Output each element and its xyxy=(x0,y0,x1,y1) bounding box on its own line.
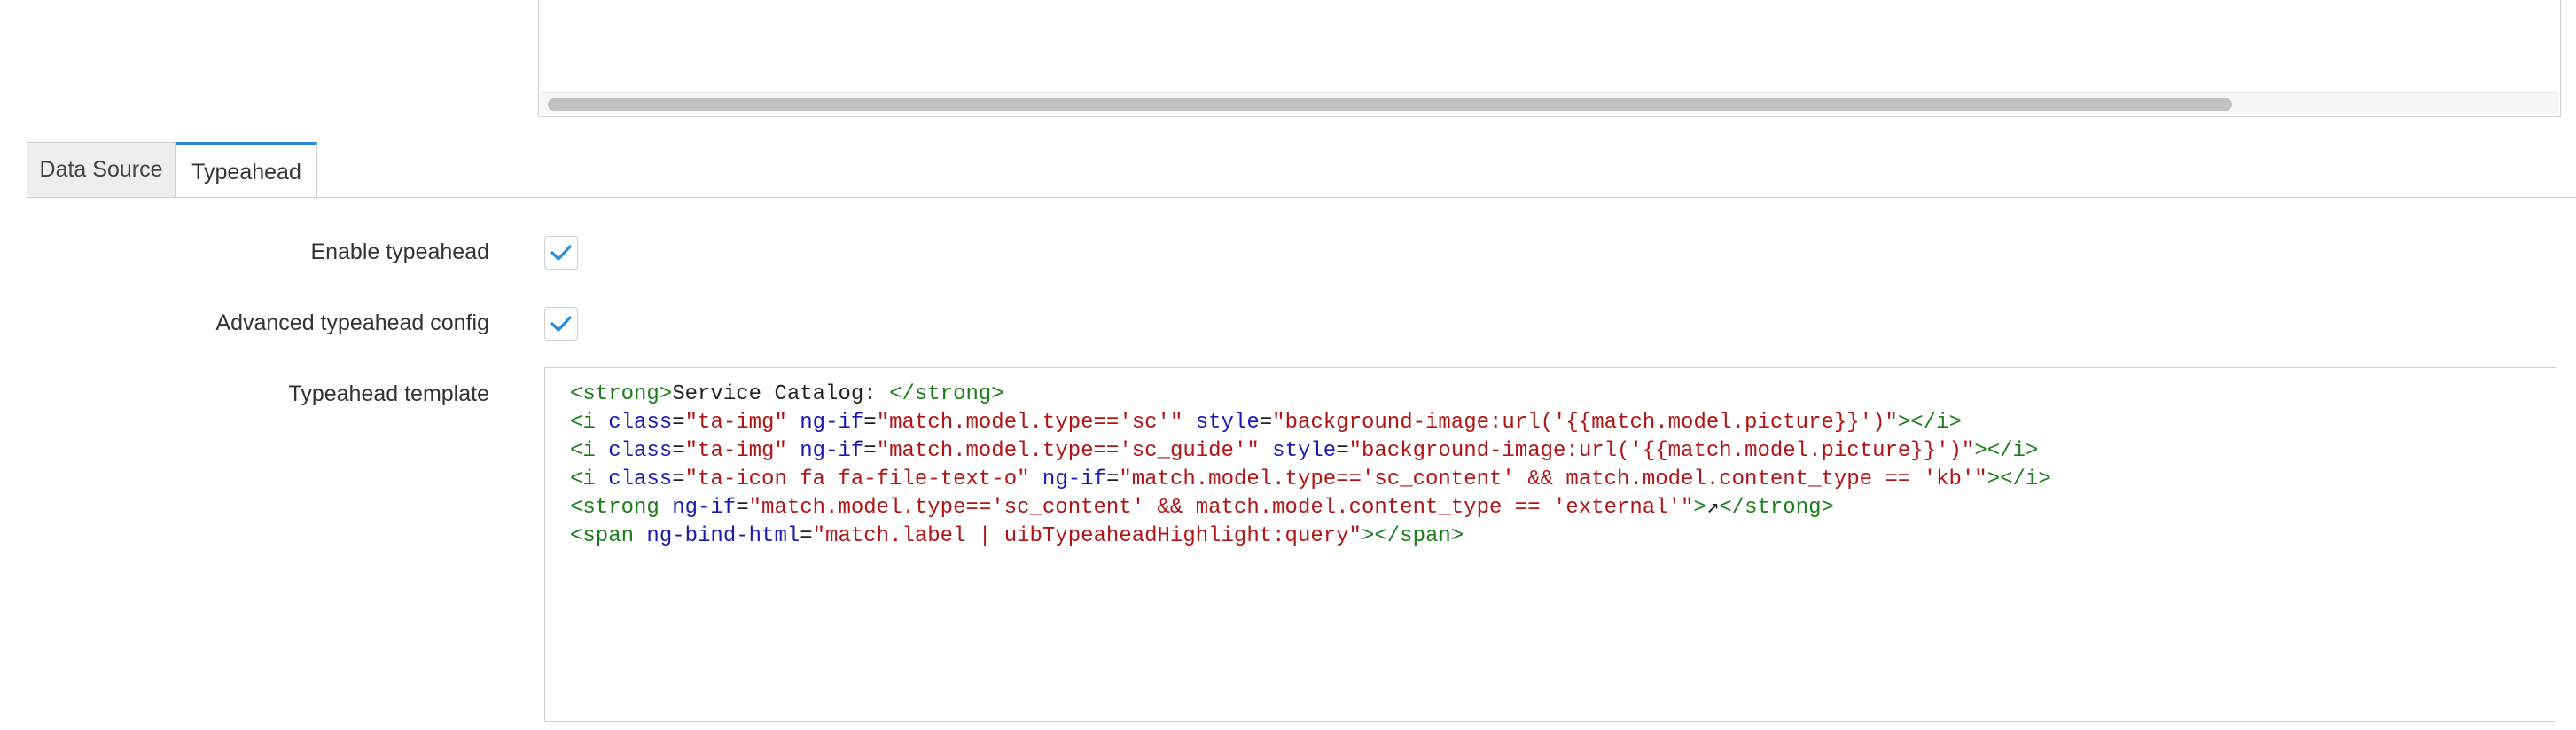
scrollbar-thumb[interactable] xyxy=(548,98,2232,111)
checkmark-icon xyxy=(550,245,572,261)
code-token: = xyxy=(672,411,685,435)
code-token: style xyxy=(1183,411,1260,435)
code-line: <i class="ta-img" ng-if="match.model.typ… xyxy=(570,409,2556,437)
code-token: ></span> xyxy=(1361,524,1464,548)
code-token: class xyxy=(608,467,673,491)
horizontal-scrollbar[interactable] xyxy=(541,92,2558,114)
code-token: = xyxy=(800,524,813,548)
code-token: class xyxy=(608,411,673,435)
enable-typeahead-checkbox[interactable] xyxy=(544,236,578,270)
code-token: "match.model.type=='sc_content' && match… xyxy=(1119,467,1987,491)
code-token: ></i> xyxy=(1897,411,1962,435)
enable-typeahead-label: Enable typeahead xyxy=(310,239,489,264)
code-token: "background-image:url('{{match.model.pic… xyxy=(1272,411,1898,435)
checkmark-icon xyxy=(550,316,572,332)
code-token: "ta-icon fa fa-file-text-o" xyxy=(684,467,1030,491)
code-token: <i xyxy=(570,467,609,491)
code-line: <strong ng-if="match.model.type=='sc_con… xyxy=(570,494,2556,522)
code-token: = xyxy=(672,467,685,491)
code-token: ↗ xyxy=(1706,496,1720,520)
code-token: "match.label | uibTypeaheadHighlight:que… xyxy=(812,524,1362,548)
typeahead-template-label: Typeahead template xyxy=(288,381,489,406)
code-token: ng-if xyxy=(672,496,737,520)
code-token: <strong xyxy=(570,496,673,520)
code-token: "background-image:url('{{match.model.pic… xyxy=(1348,439,1975,463)
code-token: = xyxy=(1259,411,1273,435)
advanced-config-label: Advanced typeahead config xyxy=(215,310,489,335)
code-line: <i class="ta-img" ng-if="match.model.typ… xyxy=(570,437,2556,466)
tab-typeahead[interactable]: Typeahead xyxy=(176,142,317,199)
code-token: "match.model.type=='sc_guide'" xyxy=(876,439,1260,463)
code-token: ng-if xyxy=(786,439,864,463)
code-line: <span ng-bind-html="match.label | uibTyp… xyxy=(570,522,2556,551)
code-token: = xyxy=(863,411,877,435)
code-token: Service Catalog: xyxy=(672,382,890,406)
code-token: > xyxy=(1693,496,1706,520)
code-line: <strong>Service Catalog: </strong> xyxy=(570,381,2556,409)
code-token: ng-bind-html xyxy=(646,524,800,548)
code-token: <i xyxy=(570,411,609,435)
code-token: ></i> xyxy=(1974,439,2039,463)
code-line: <i class="ta-icon fa fa-file-text-o" ng-… xyxy=(570,466,2556,494)
code-token: = xyxy=(736,496,749,520)
previous-code-editor[interactable] xyxy=(538,0,2561,117)
code-token: ng-if xyxy=(786,411,864,435)
code-token: </strong> xyxy=(1719,496,1834,520)
code-token: ng-if xyxy=(1029,467,1106,491)
code-token: <span xyxy=(570,524,647,548)
code-token: ></i> xyxy=(1987,467,2051,491)
code-token: "match.model.type=='sc'" xyxy=(876,411,1183,435)
typeahead-template-editor[interactable]: <strong>Service Catalog: </strong> <i cl… xyxy=(544,367,2556,722)
code-token: "ta-img" xyxy=(684,411,787,435)
code-token: "ta-img" xyxy=(684,439,787,463)
code-token: "match.model.type=='sc_content' && match… xyxy=(748,496,1694,520)
code-token: = xyxy=(672,439,685,463)
code-token: <i xyxy=(570,439,609,463)
advanced-config-checkbox[interactable] xyxy=(544,307,578,341)
code-token: <strong> xyxy=(570,382,673,406)
code-token: style xyxy=(1259,439,1337,463)
tab-data-source[interactable]: Data Source xyxy=(27,142,176,197)
code-token: </strong> xyxy=(889,382,1004,406)
code-token: = xyxy=(1336,439,1349,463)
code-token: = xyxy=(1105,467,1120,491)
code-token: = xyxy=(863,439,877,463)
code-token: class xyxy=(608,439,673,463)
